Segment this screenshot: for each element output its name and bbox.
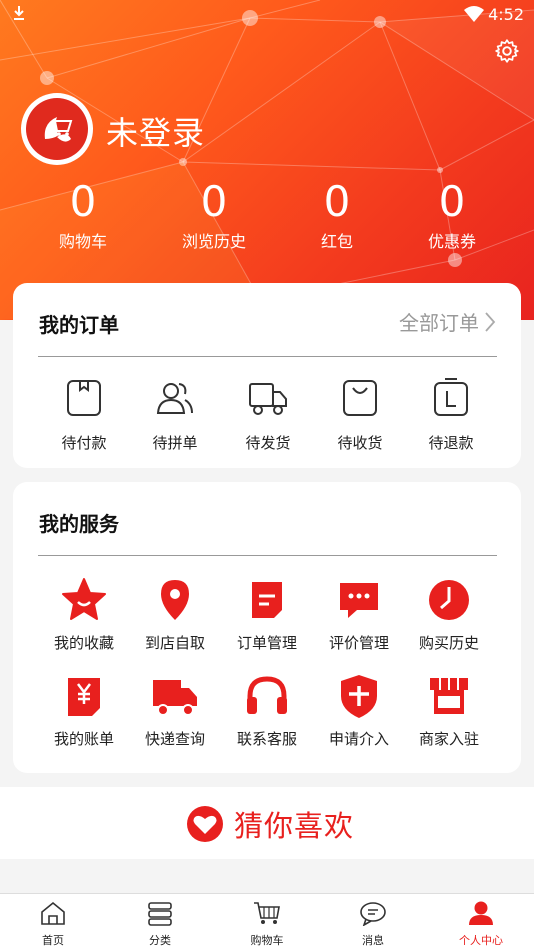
- service-order-management[interactable]: 订单管理: [221, 576, 313, 653]
- order-label: 待发货: [245, 434, 291, 452]
- tab-category[interactable]: 分类: [120, 900, 200, 948]
- service-request-intervention[interactable]: 申请介入: [313, 672, 405, 749]
- service-label: 订单管理: [236, 634, 297, 652]
- shield-plus-icon: [341, 675, 377, 718]
- stat-label: 红包: [320, 232, 353, 251]
- service-label: 评价管理: [328, 634, 389, 652]
- refund-icon: [434, 378, 468, 416]
- tab-messages[interactable]: 消息: [333, 900, 413, 948]
- clock-icon: [429, 580, 469, 620]
- service-label: 快递查询: [144, 730, 205, 748]
- service-label: 购买历史: [418, 634, 479, 652]
- services-card: 我的服务 我的收藏 到店自取 订单管理 评价管理 购买历史 我的账单 快递查询 …: [13, 482, 521, 773]
- message-icon: [360, 902, 386, 927]
- service-label: 联系客服: [236, 730, 297, 748]
- status-time: 4:52: [488, 5, 524, 24]
- service-label: 我的收藏: [53, 634, 114, 652]
- wifi-icon: [464, 6, 484, 22]
- tab-label: 首页: [42, 934, 64, 947]
- guess-you-like-section: 猜你喜欢: [0, 787, 534, 859]
- guess-title: 猜你喜欢: [234, 809, 355, 843]
- stat-value: 0: [69, 177, 97, 226]
- order-pending-group[interactable]: 待拼单: [129, 378, 221, 453]
- service-purchase-history[interactable]: 购买历史: [403, 576, 495, 653]
- stat-value: 0: [323, 177, 351, 226]
- stat-cart[interactable]: 0 购物车: [28, 178, 138, 252]
- stat-history[interactable]: 0 浏览历史: [159, 178, 269, 252]
- order-pending-shipment[interactable]: 待发货: [222, 378, 314, 453]
- download-icon: [14, 6, 24, 20]
- service-review-management[interactable]: 评价管理: [313, 576, 405, 653]
- tab-profile[interactable]: 个人中心: [441, 900, 521, 948]
- stat-label: 优惠券: [427, 232, 476, 251]
- orders-card: 我的订单 全部订单 待付款 待拼单 待发货 待收货 待退款: [13, 283, 521, 468]
- category-icon: [148, 902, 172, 926]
- tab-label: 个人中心: [459, 934, 503, 947]
- location-icon: [161, 580, 189, 620]
- service-express-tracking[interactable]: 快递查询: [129, 672, 221, 749]
- tab-label: 消息: [362, 934, 384, 947]
- order-label: 待付款: [61, 434, 107, 452]
- service-merchant-onboarding[interactable]: 商家入驻: [403, 672, 495, 749]
- home-icon: [41, 901, 65, 925]
- stat-value: 0: [438, 177, 466, 226]
- stat-coupon[interactable]: 0 优惠券: [397, 178, 507, 252]
- stat-label: 浏览历史: [181, 232, 246, 251]
- settings-gear-icon[interactable]: [494, 38, 520, 64]
- shop-logo-icon: [44, 117, 73, 142]
- order-pending-refund[interactable]: 待退款: [405, 378, 497, 453]
- cart-icon: [254, 902, 280, 924]
- avatar[interactable]: [21, 93, 93, 165]
- status-bar: 4:52: [0, 0, 534, 30]
- headset-icon: [247, 676, 287, 714]
- tab-label: 分类: [149, 934, 171, 947]
- note-icon: [252, 582, 282, 618]
- service-label: 到店自取: [144, 634, 205, 652]
- service-store-pickup[interactable]: 到店自取: [129, 576, 221, 653]
- store-icon: [430, 678, 468, 714]
- order-pending-payment[interactable]: 待付款: [38, 378, 130, 453]
- star-icon: [62, 578, 106, 620]
- stat-value: 0: [200, 177, 228, 226]
- service-my-bills[interactable]: 我的账单: [38, 672, 130, 749]
- orders-divider: [38, 356, 497, 357]
- tab-label: 购物车: [250, 934, 284, 947]
- order-pending-receipt[interactable]: 待收货: [314, 378, 406, 453]
- services-divider: [38, 555, 497, 556]
- order-label: 待拼单: [152, 434, 198, 452]
- login-status[interactable]: 未登录: [106, 108, 205, 154]
- heart-icon: [187, 806, 223, 842]
- profile-header: 4:52 未登录 0 购物车 0 浏览历史 0 红包 0 优惠券: [0, 0, 534, 320]
- service-label: 商家入驻: [418, 730, 479, 748]
- services-title: 我的服务: [39, 512, 119, 536]
- service-favorites[interactable]: 我的收藏: [38, 576, 130, 653]
- yuan-icon: [68, 678, 100, 716]
- tab-cart[interactable]: 购物车: [227, 900, 307, 948]
- service-label: 申请介入: [328, 730, 389, 748]
- service-customer-support[interactable]: 联系客服: [221, 672, 313, 749]
- stat-red-packet[interactable]: 0 红包: [282, 178, 392, 252]
- chevron-right-icon: [485, 311, 496, 332]
- order-label: 待退款: [428, 434, 474, 452]
- stats-row: 0 购物车 0 浏览历史 0 红包 0 优惠券: [0, 178, 534, 258]
- comment-icon: [340, 583, 378, 618]
- tab-home[interactable]: 首页: [13, 900, 93, 948]
- delivery-truck-icon: [153, 680, 197, 716]
- bottom-tab-bar: 首页 分类 购物车 消息 个人中心: [0, 893, 534, 949]
- stat-label: 购物车: [58, 232, 107, 251]
- order-label: 待收货: [337, 434, 383, 452]
- header-background-mesh: [0, 0, 534, 320]
- bag-icon: [343, 380, 377, 416]
- user-icon: [469, 901, 493, 925]
- orders-title: 我的订单: [39, 313, 119, 337]
- wallet-icon: [67, 380, 101, 416]
- all-orders-link[interactable]: 全部订单: [399, 307, 497, 336]
- group-icon: [156, 383, 193, 414]
- service-label: 我的账单: [53, 730, 114, 748]
- truck-icon: [249, 383, 287, 415]
- all-orders-label: 全部订单: [399, 311, 479, 335]
